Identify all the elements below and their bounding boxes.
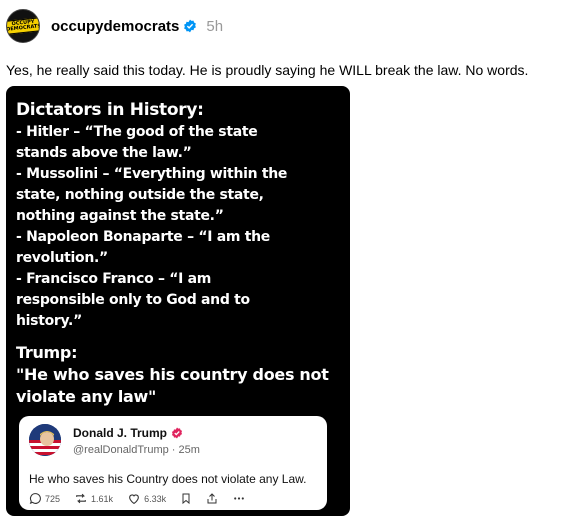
avatar[interactable]: OCCUPY DEMOCRATS: [6, 9, 40, 43]
trump-quote-line: "He who saves his country does not: [16, 365, 329, 384]
image-line: nothing against the state.”: [16, 208, 224, 224]
image-line: state, nothing outside the state,: [16, 187, 264, 203]
trump-quote-line: violate any law": [16, 387, 157, 406]
image-line: history.”: [16, 313, 82, 329]
post-caption: Yes, he really said this today. He is pr…: [6, 62, 529, 78]
heart-icon: [127, 492, 141, 505]
image-line: stands above the law.”: [16, 145, 192, 161]
more-dots-icon: [232, 492, 246, 505]
username[interactable]: occupydemocrats: [51, 18, 179, 35]
tweet-body: He who saves his Country does not violat…: [29, 472, 307, 486]
image-line: responsible only to God and to: [16, 292, 250, 308]
avatar-logo-text: OCCUPY DEMOCRATS: [7, 16, 39, 36]
repost-count: 1.61k: [91, 493, 114, 504]
tweet-avatar: [29, 424, 61, 456]
bookmark-icon: [180, 492, 192, 505]
image-line: - Mussolini – “Everything within the: [16, 166, 288, 182]
like-action: 6.33k: [127, 492, 166, 505]
post-timestamp[interactable]: 5h: [206, 18, 223, 35]
tweet-author-label: Donald J. Trump: [73, 426, 168, 440]
more-options-action: [232, 492, 246, 505]
trump-quote-block: Trump: "He who saves his country does no…: [16, 342, 346, 408]
reply-action: 725: [29, 492, 60, 505]
dictators-quote-list: Dictators in History: - Hitler – “The go…: [16, 98, 346, 332]
verified-badge-icon: [183, 19, 197, 33]
tweet-handle: @realDonaldTrump · 25m: [73, 444, 200, 456]
post-image[interactable]: Dictators in History: - Hitler – “The go…: [6, 86, 350, 516]
trump-label: Trump:: [16, 343, 78, 362]
share-icon: [206, 492, 218, 505]
like-count: 6.33k: [144, 493, 167, 504]
image-line: revolution.”: [16, 250, 108, 266]
image-line: - Hitler – “The good of the state: [16, 124, 258, 140]
embedded-tweet-card: Donald J. Trump @realDonaldTrump · 25m H…: [19, 416, 327, 510]
tweet-author-name: Donald J. Trump: [73, 426, 183, 440]
image-title: Dictators in History:: [16, 100, 204, 120]
reply-count: 725: [45, 493, 61, 504]
tweet-verified-badge-icon: [171, 427, 183, 439]
repost-icon: [74, 492, 88, 505]
reply-icon: [29, 492, 42, 505]
post-header: OCCUPY DEMOCRATS occupydemocrats 5h: [6, 8, 223, 44]
repost-action: 1.61k: [74, 492, 113, 505]
image-line: - Napoleon Bonaparte – “I am the: [16, 229, 271, 245]
share-action: [206, 492, 218, 505]
bookmark-action: [180, 492, 192, 505]
tweet-actions: 725 1.61k 6.33k: [29, 492, 260, 505]
image-line: - Francisco Franco – “I am: [16, 271, 212, 287]
